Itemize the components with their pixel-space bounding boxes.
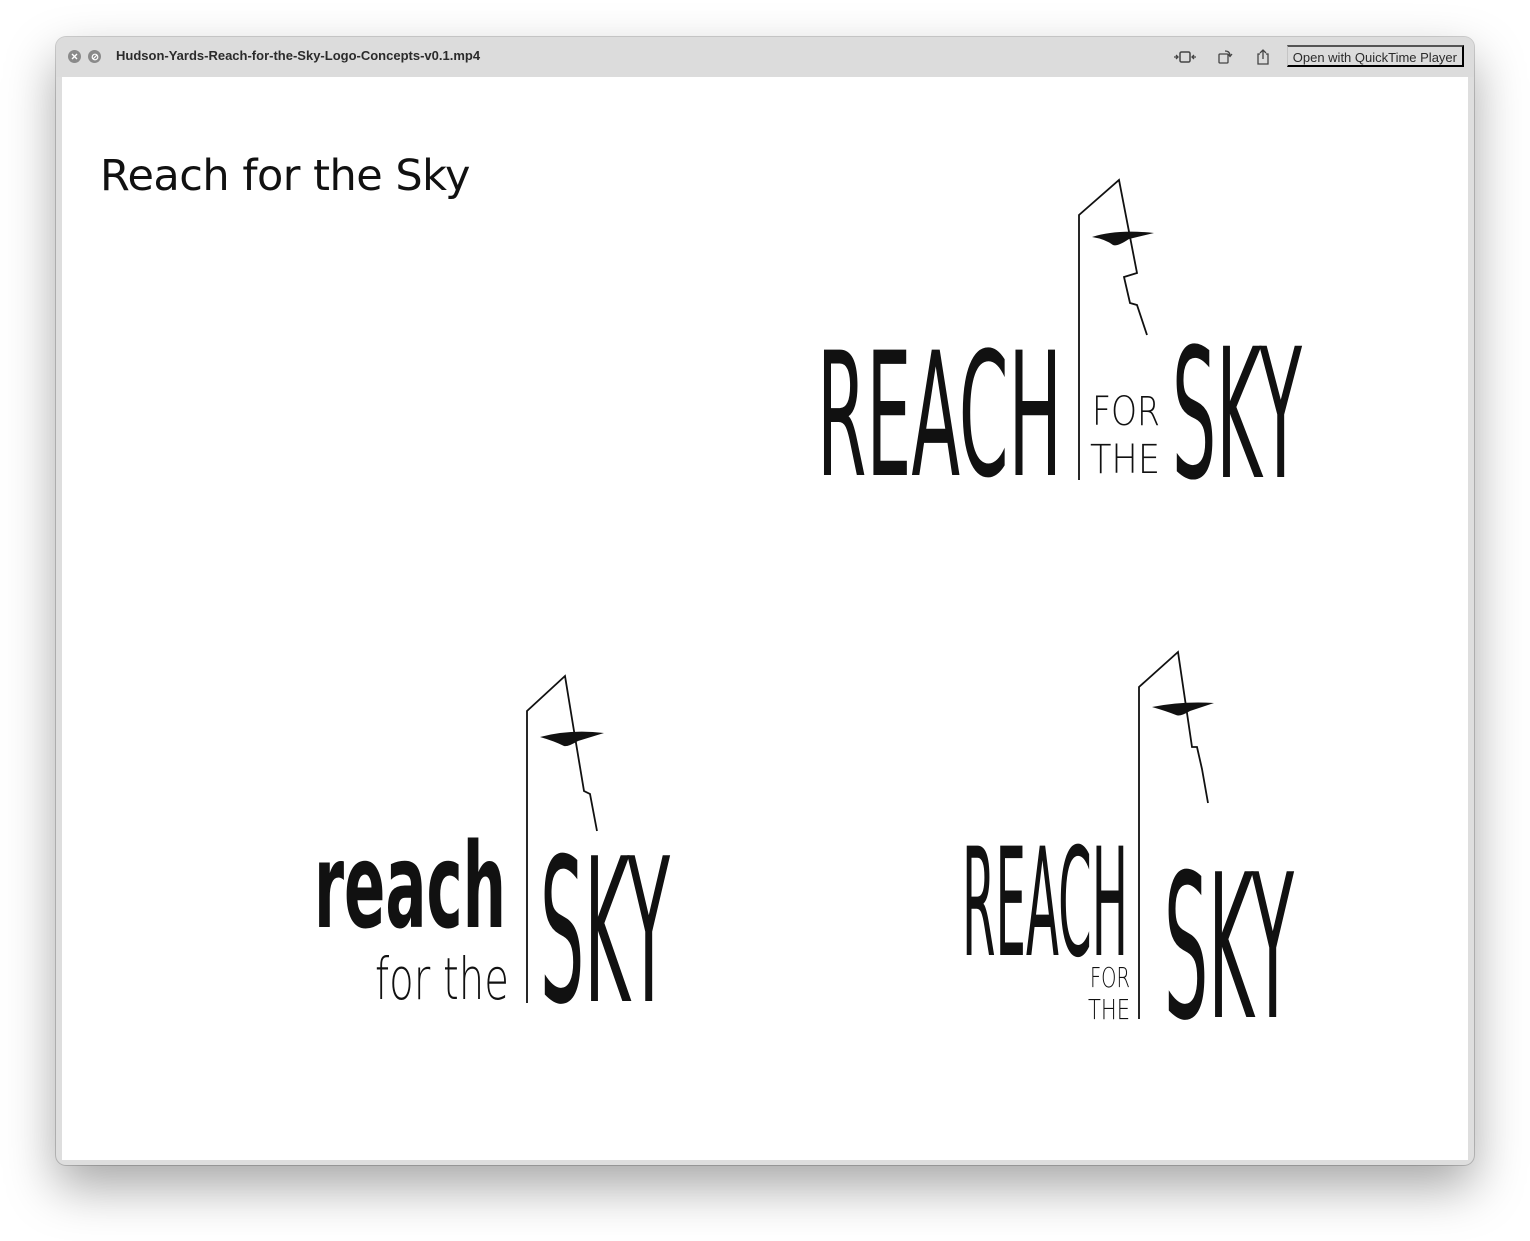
slide-title: Reach for the Sky [100, 151, 470, 201]
tower-spire-icon [1152, 702, 1214, 716]
rotate-icon[interactable] [1214, 46, 1236, 68]
tower-spire-icon [1092, 231, 1154, 246]
open-with-quicktime-button[interactable]: Open with QuickTime Player [1286, 45, 1464, 67]
trim-icon[interactable] [1172, 46, 1198, 68]
logo-word-for: FOR [1090, 961, 1130, 994]
logo-word-sky: SKY [1164, 832, 1294, 1065]
logo-word-sky: SKY [540, 816, 670, 1049]
logo-concept-3: REACH FOR THE SKY [902, 607, 1322, 1065]
logo-word-the: THE [1088, 993, 1130, 1026]
title-bar: Hudson-Yards-Reach-for-the-Sky-Logo-Conc… [56, 37, 1474, 77]
close-icon[interactable] [68, 50, 81, 63]
logo-word-sky: SKY [1172, 311, 1302, 520]
logo-word-the: THE [1090, 437, 1160, 483]
tower-outline-icon [1078, 178, 1148, 480]
logo-concept-2: reach for the SKY [312, 591, 732, 1049]
logo-word-for-the: for the [375, 945, 509, 1013]
video-frame: Reach for the Sky REACH FOR THE SKY reac… [62, 77, 1468, 1160]
hide-icon[interactable] [88, 50, 101, 63]
tower-spire-icon [540, 731, 604, 747]
logo-word-for: FOR [1092, 389, 1160, 435]
quicklook-window: Hudson-Yards-Reach-for-the-Sky-Logo-Conc… [56, 37, 1474, 1165]
share-icon[interactable] [1252, 46, 1274, 68]
logo-concept-1: REACH FOR THE SKY [817, 175, 1307, 520]
window-title: Hudson-Yards-Reach-for-the-Sky-Logo-Conc… [116, 48, 481, 63]
logo-word-reach: reach [314, 817, 506, 955]
logo-word-reach: REACH [817, 315, 1062, 516]
